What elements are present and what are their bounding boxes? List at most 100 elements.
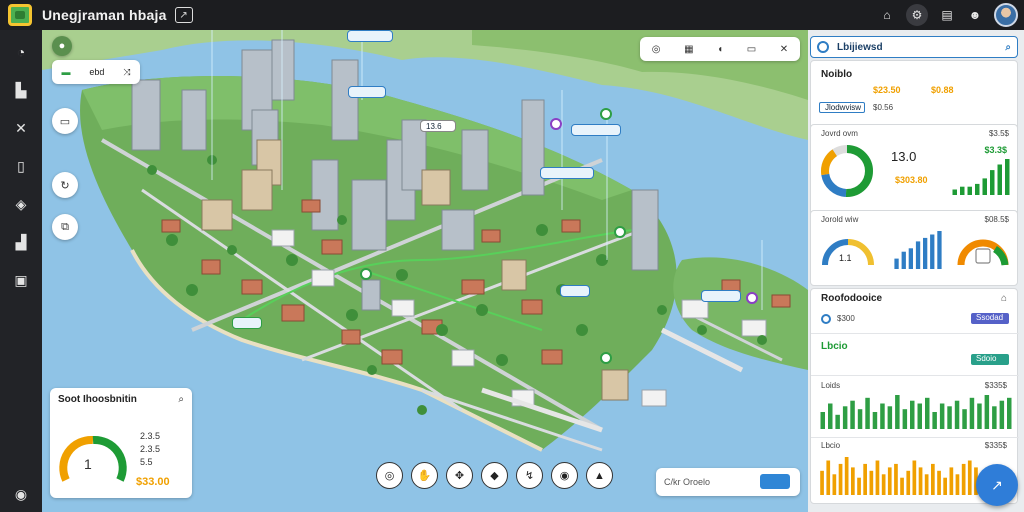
chart-bar bbox=[960, 186, 965, 195]
expand-icon[interactable]: ↗ bbox=[174, 7, 193, 23]
file-icon[interactable]: ▯ bbox=[11, 156, 31, 176]
top-actions: ⌂ ⚙ ▤ ☻ bbox=[878, 0, 1024, 30]
hand-icon[interactable]: ✋ bbox=[411, 462, 438, 489]
move-icon[interactable]: ✥ bbox=[446, 462, 473, 489]
map-tag[interactable] bbox=[347, 30, 393, 42]
help-icon[interactable]: ◉ bbox=[11, 484, 31, 504]
chart-bar bbox=[850, 400, 855, 429]
chart-bar bbox=[1005, 159, 1010, 195]
building-tool-icon[interactable]: ▲ bbox=[586, 462, 613, 489]
map-tag[interactable] bbox=[540, 167, 594, 179]
chart-bar bbox=[857, 409, 863, 429]
chart-bar bbox=[962, 409, 967, 429]
home-icon[interactable]: ⌂ bbox=[878, 6, 896, 24]
resources-row2-chip[interactable]: Sdoio bbox=[971, 354, 1009, 365]
shuffle-icon[interactable]: ⤨ bbox=[123, 67, 130, 78]
map-search[interactable]: C/kr Oroelo bbox=[656, 468, 800, 496]
chart-bar bbox=[923, 237, 928, 269]
stats-value: 5.5 bbox=[140, 457, 153, 467]
chart-bar bbox=[826, 460, 831, 495]
summary-price2: $0.88 bbox=[931, 85, 954, 95]
chart-bar bbox=[990, 170, 995, 195]
summary-chip[interactable]: Jlodwvisw bbox=[819, 102, 865, 113]
chart-bar bbox=[851, 467, 855, 495]
map-pin[interactable] bbox=[600, 108, 612, 120]
resources-row2-title: Lbcio bbox=[821, 341, 848, 352]
chart-bar bbox=[869, 470, 874, 495]
settings-icon[interactable]: ⚙ bbox=[906, 4, 928, 26]
grid-icon[interactable]: ▦ bbox=[684, 44, 693, 55]
document-icon[interactable]: ▤ bbox=[938, 6, 956, 24]
chart-bar bbox=[947, 406, 952, 429]
city-map[interactable]: 13.6 ◎ ▦ ◖ ▭ ✕ ● ▬ ebd ⤨ ▭ ↻ ⧉ Soot Ihoo… bbox=[42, 30, 808, 512]
app-title: Unegjraman hbaja bbox=[42, 7, 167, 23]
revenue-left-label: Jovrd ovm bbox=[821, 129, 858, 138]
user-icon[interactable]: ☻ bbox=[966, 6, 984, 24]
avatar[interactable] bbox=[994, 3, 1018, 27]
inventory-icon[interactable]: ▟ bbox=[11, 232, 31, 252]
assistant-button[interactable]: ↗ bbox=[976, 464, 1018, 506]
route-icon[interactable]: ↯ bbox=[516, 462, 543, 489]
map-pin[interactable] bbox=[614, 226, 626, 238]
chart-bar bbox=[992, 406, 997, 429]
map-toggle-button[interactable]: ● bbox=[52, 36, 72, 56]
map-pin[interactable] bbox=[360, 268, 372, 280]
map-pin[interactable] bbox=[600, 352, 612, 364]
map-controls: ◎ ▦ ◖ ▭ ✕ bbox=[640, 37, 800, 61]
left-rail: ◔ ▙ ✕ ▯ ◈ ▟ ▣ ◉ bbox=[0, 30, 42, 512]
view-icon[interactable]: ◉ bbox=[551, 462, 578, 489]
chart-bar bbox=[875, 460, 880, 495]
tools-icon[interactable]: ✕ bbox=[11, 118, 31, 138]
chart-bar bbox=[939, 403, 945, 429]
pin-icon[interactable]: ⌂ bbox=[1001, 293, 1007, 304]
chart-bar bbox=[925, 397, 930, 429]
layers-icon[interactable]: ◈ bbox=[11, 194, 31, 214]
chart-bar bbox=[937, 470, 941, 495]
rotate-button[interactable]: ↻ bbox=[52, 172, 78, 198]
map-pin[interactable] bbox=[550, 118, 562, 130]
chart-bar bbox=[969, 397, 975, 429]
map-tag[interactable] bbox=[571, 124, 621, 136]
summary-price3: $0.56 bbox=[873, 103, 894, 112]
chart-bar bbox=[894, 463, 898, 495]
building-icon[interactable]: ▙ bbox=[11, 80, 31, 100]
compass-button[interactable]: ▭ bbox=[52, 108, 78, 134]
map-tag[interactable]: 13.6 bbox=[420, 120, 456, 132]
layer-selector[interactable]: ▬ ebd ⤨ bbox=[52, 60, 140, 84]
chart-bar bbox=[863, 463, 867, 495]
utilization-card: Jorold wiw $08.5$ 1.1 bbox=[810, 210, 1018, 286]
layers-button[interactable]: ⧉ bbox=[52, 214, 78, 240]
chart-bar bbox=[910, 400, 915, 429]
stats-gauge bbox=[59, 435, 127, 482]
chart-bar bbox=[967, 460, 972, 495]
map-search-button[interactable] bbox=[760, 474, 790, 489]
chart-bar bbox=[887, 467, 892, 495]
map-tag[interactable] bbox=[232, 317, 262, 329]
chart-bar bbox=[949, 467, 954, 495]
search-icon[interactable]: ⌕ bbox=[178, 394, 184, 405]
resources-row3-title: Loids bbox=[821, 381, 841, 390]
resources-bar-chart-green bbox=[820, 395, 1012, 429]
resources-row1-chip[interactable]: Ssodad bbox=[971, 313, 1009, 324]
resources-row3-value: $335$ bbox=[984, 381, 1007, 390]
stats-card: Soot Ihoosbnitin ⌕ 1 2.3.5 2.3.5 5.5 $33… bbox=[50, 388, 192, 498]
map-tag[interactable] bbox=[348, 86, 386, 98]
map-tag[interactable] bbox=[560, 285, 590, 297]
target-icon[interactable]: ◎ bbox=[376, 462, 403, 489]
close-icon[interactable]: ✕ bbox=[780, 44, 788, 55]
map-tag[interactable] bbox=[701, 290, 741, 302]
zoom-icon[interactable]: ⌕ bbox=[1005, 42, 1011, 53]
report-icon[interactable]: ▣ bbox=[11, 270, 31, 290]
chart-bar bbox=[917, 403, 922, 429]
revenue-right-label: $3.5$ bbox=[988, 129, 1009, 138]
box-icon[interactable]: ▭ bbox=[747, 44, 756, 55]
map-search-input[interactable]: C/kr Oroelo bbox=[664, 477, 710, 487]
tag-icon[interactable]: ◖ bbox=[717, 44, 723, 55]
stats-value: 2.3.5 bbox=[140, 444, 161, 454]
panel-header[interactable]: Lbijiewsd ⌕ bbox=[810, 36, 1018, 58]
chart-bar bbox=[908, 248, 913, 269]
dashboard-icon[interactable]: ◔ bbox=[11, 42, 31, 62]
location-icon[interactable]: ◎ bbox=[652, 44, 661, 55]
shield-icon[interactable]: ◆ bbox=[481, 462, 508, 489]
map-pin[interactable] bbox=[746, 292, 758, 304]
